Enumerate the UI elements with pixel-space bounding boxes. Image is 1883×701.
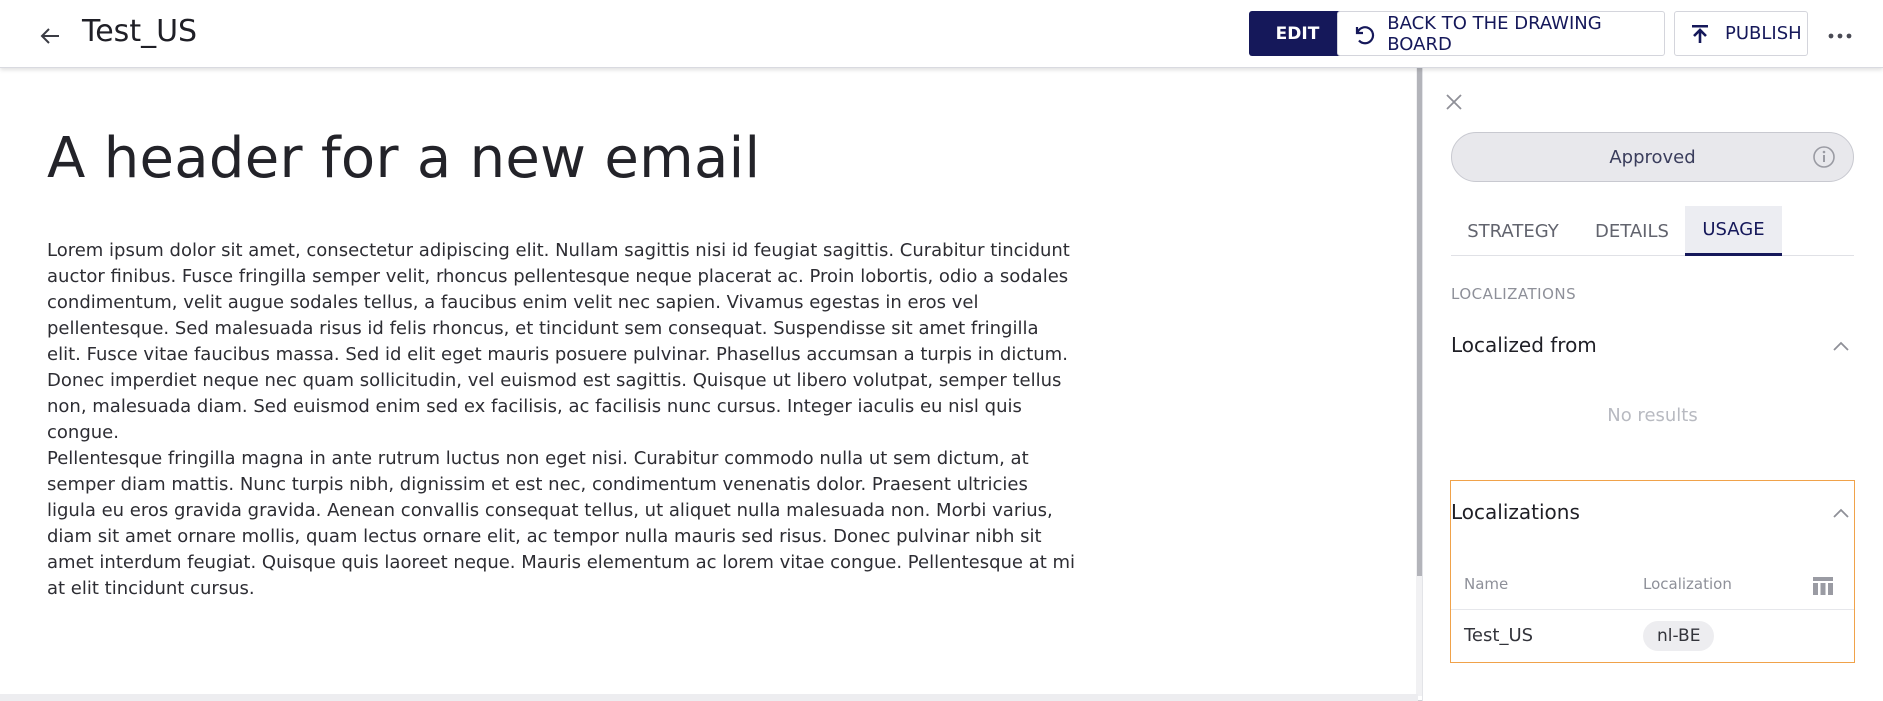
chevron-up-icon[interactable] xyxy=(1830,335,1852,357)
page-title: Test_US xyxy=(82,14,198,49)
email-paragraph-1: Lorem ipsum dolor sit amet, consectetur … xyxy=(47,240,1070,443)
edit-button[interactable]: EDIT xyxy=(1249,11,1346,56)
table-divider xyxy=(1451,609,1854,610)
more-options-button[interactable] xyxy=(1822,22,1858,50)
back-button[interactable] xyxy=(36,22,64,50)
horizontal-scrollbar[interactable] xyxy=(0,694,1418,701)
localization-chip[interactable]: nl-BE xyxy=(1643,621,1715,651)
column-header-localization[interactable]: Localization xyxy=(1643,575,1732,593)
section-label-localizations: LOCALIZATIONS xyxy=(1451,285,1577,303)
publish-label: PUBLISH xyxy=(1725,23,1802,44)
table-cell-name[interactable]: Test_US xyxy=(1464,625,1533,646)
publish-button[interactable]: PUBLISH xyxy=(1674,11,1808,56)
tab-strategy[interactable]: STRATEGY xyxy=(1451,206,1575,256)
back-to-drawing-board-label: BACK TO THE DRAWING BOARD xyxy=(1387,12,1602,55)
tab-details[interactable]: DETAILS xyxy=(1586,206,1678,256)
arrow-left-icon xyxy=(40,28,59,44)
close-icon xyxy=(1446,94,1462,110)
chevron-up-icon[interactable] xyxy=(1830,502,1852,524)
table-columns-icon[interactable] xyxy=(1812,575,1836,599)
localized-from-title[interactable]: Localized from xyxy=(1451,333,1597,357)
column-header-name[interactable]: Name xyxy=(1464,575,1508,593)
close-panel-button[interactable] xyxy=(1440,88,1468,116)
email-header: A header for a new email xyxy=(47,126,761,191)
localizations-title[interactable]: Localizations xyxy=(1451,500,1580,524)
more-horizontal-icon xyxy=(1828,33,1852,39)
upload-icon xyxy=(1687,21,1713,47)
tab-usage[interactable]: USAGE xyxy=(1685,206,1782,256)
email-paragraph-2: Pellentesque fringilla magna in ante rut… xyxy=(47,448,1076,599)
top-bar: Test_US EDIT BACK TO THE DRAWING BOARD P… xyxy=(0,0,1883,68)
status-badge[interactable]: Approved xyxy=(1451,132,1854,182)
panel-tabs: STRATEGY DETAILS USAGE xyxy=(1451,206,1854,256)
back-to-drawing-board-button[interactable]: BACK TO THE DRAWING BOARD xyxy=(1337,11,1665,56)
info-icon[interactable] xyxy=(1811,144,1837,170)
no-results-text: No results xyxy=(1607,405,1698,426)
email-preview: A header for a new email Lorem ipsum dol… xyxy=(0,68,1418,696)
undo-icon xyxy=(1350,21,1375,47)
